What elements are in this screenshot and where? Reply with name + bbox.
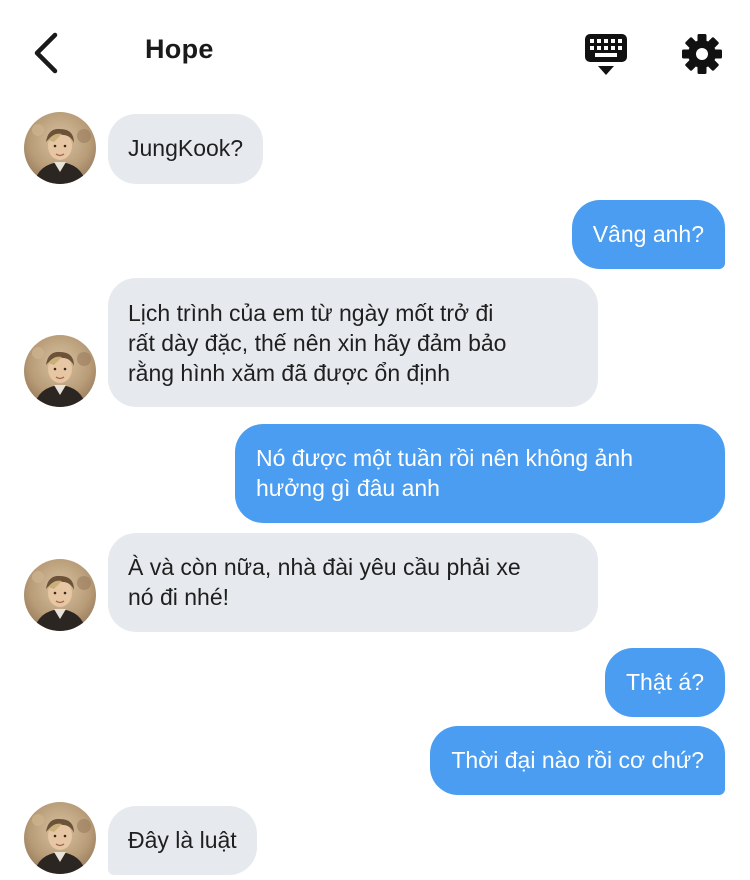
chevron-left-icon bbox=[34, 32, 58, 74]
chat-title: Hope bbox=[145, 34, 214, 64]
avatar[interactable] bbox=[24, 112, 96, 184]
outgoing-message-bubble[interactable]: Nó được một tuần rồi nên không ảnh hưởng… bbox=[235, 424, 725, 523]
incoming-message-bubble[interactable]: Đây là luật bbox=[108, 806, 257, 875]
avatar[interactable] bbox=[24, 335, 96, 407]
keyboard-button[interactable] bbox=[583, 32, 629, 78]
avatar-photo bbox=[24, 335, 96, 407]
back-button[interactable] bbox=[24, 28, 68, 78]
outgoing-message-bubble[interactable]: Vâng anh? bbox=[571, 200, 725, 269]
keyboard-icon bbox=[585, 34, 627, 75]
avatar-photo bbox=[24, 112, 96, 184]
outgoing-message-bubble[interactable]: Thời đại nào rồi cơ chứ? bbox=[430, 726, 725, 795]
avatar[interactable] bbox=[24, 559, 96, 631]
incoming-message-bubble[interactable]: À và còn nữa, nhà đài yêu cầu phải xe nó… bbox=[108, 533, 598, 632]
gear-icon bbox=[682, 34, 722, 74]
avatar[interactable] bbox=[24, 802, 96, 874]
incoming-message-bubble[interactable]: Lịch trình của em từ ngày mốt trở đi rất… bbox=[108, 278, 598, 407]
outgoing-message-bubble[interactable]: Thật á? bbox=[605, 648, 725, 717]
avatar-photo bbox=[24, 559, 96, 631]
chat-header: Hope bbox=[0, 0, 750, 100]
settings-button[interactable] bbox=[680, 32, 724, 76]
avatar-photo bbox=[24, 802, 96, 874]
incoming-message-bubble[interactable]: JungKook? bbox=[108, 114, 264, 184]
